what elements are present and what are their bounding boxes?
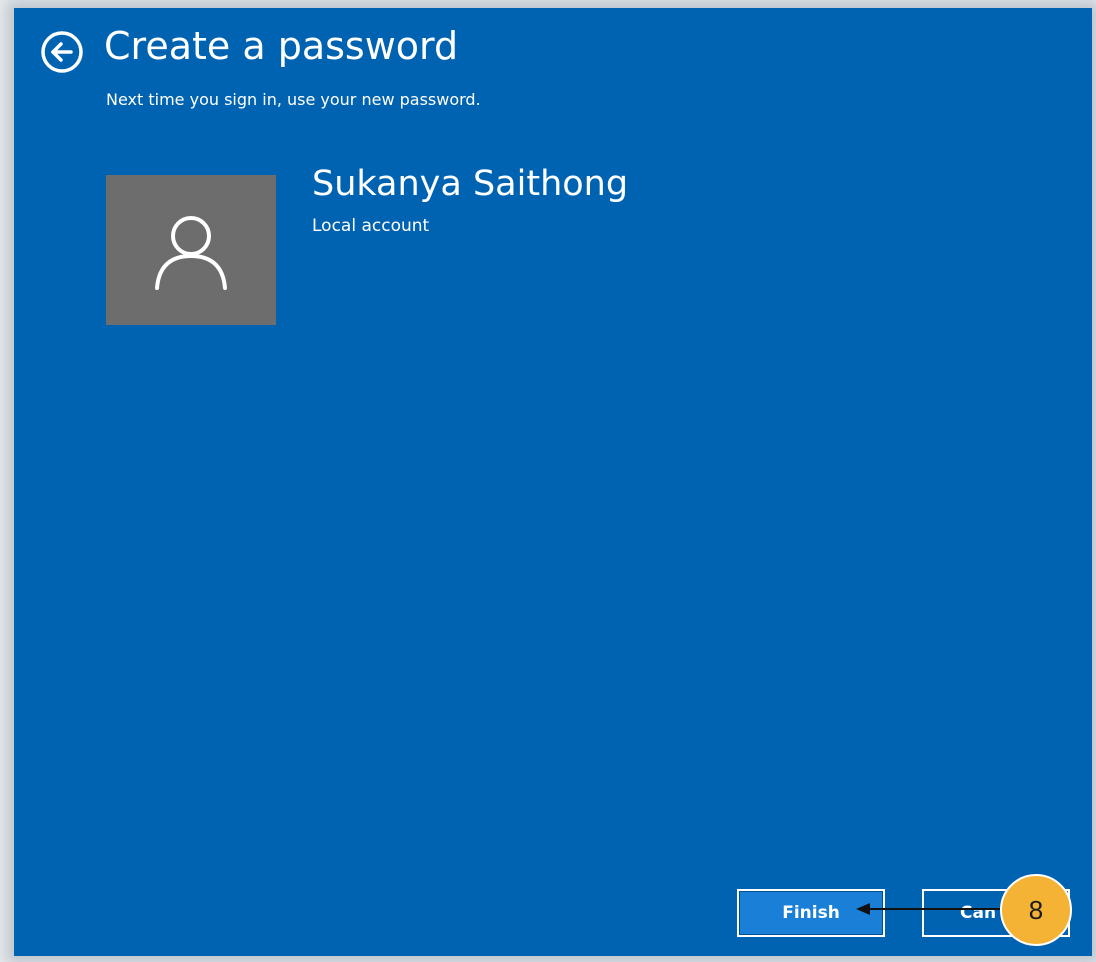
finish-button[interactable]: Finish (737, 889, 885, 937)
account-name: Sukanya Saithong (312, 164, 629, 204)
page-subtitle: Next time you sign in, use your new pass… (106, 90, 481, 109)
back-button[interactable] (40, 30, 84, 74)
user-icon (155, 216, 227, 290)
page-title: Create a password (104, 24, 459, 68)
step-callout-badge: 8 (1000, 874, 1072, 946)
account-type: Local account (312, 216, 430, 236)
arrow-left-circle-icon (41, 31, 83, 73)
screenshot-frame: Create a password Next time you sign in,… (0, 0, 1096, 962)
avatar (106, 175, 276, 325)
create-password-dialog (14, 8, 1092, 956)
